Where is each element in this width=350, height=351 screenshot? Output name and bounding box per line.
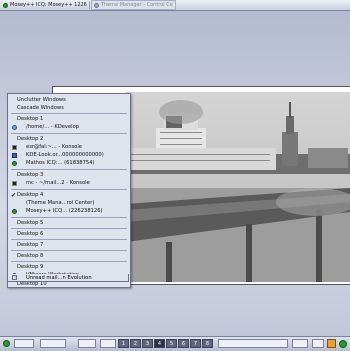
menu-separator [11,217,127,218]
taskbar-area[interactable] [218,339,288,348]
menu-separator [11,239,127,240]
menu-item-desktop-1[interactable]: Desktop 1 [8,115,130,123]
menu-item-mosey-icq[interactable]: Mosey++ ICQ... (226238126) [8,207,130,215]
menu-item-desktop-5[interactable]: Desktop 5 [8,219,130,227]
menu-item-desktop-6[interactable]: Desktop 6 [8,230,130,238]
notes-icon[interactable] [327,339,336,348]
menu-item-kde-look[interactable]: KDE-Look.or...000000000000) [8,151,130,159]
pager-desktop-8[interactable]: 8 [202,339,213,348]
theme-manager-icon [93,2,99,8]
menu-item-desktop-9[interactable]: Desktop 9 [8,263,130,271]
menu-item-cascade[interactable]: Cascade Windows [8,104,130,112]
menu-separator [11,228,127,229]
k-menu-icon[interactable] [3,340,10,347]
menu-item-konsole-mc[interactable]: mc - ~/mail...2 - Konsole [8,179,130,187]
icq-tray-icon[interactable] [339,340,347,348]
menu-separator [11,250,127,251]
pager-desktop-1[interactable]: 1 [118,339,129,348]
menu-separator [11,261,127,262]
menu-item-unclutter[interactable]: Unclutter Windows [8,96,130,104]
task-label: Mosey++ ICQ: Mosey++ 1226 [10,2,87,8]
menu-item-desktop-3[interactable]: Desktop 3 [8,171,130,179]
check-icon: ✔ [11,191,17,199]
pager-desktop-2[interactable]: 2 [130,339,141,348]
kdevelop-icon [12,124,17,130]
konsole-icon [12,180,17,186]
menu-item-mathos-icq[interactable]: Mathos ICQ:... (61838754) [8,159,130,167]
menu-item-desktop-7[interactable]: Desktop 7 [8,241,130,249]
menu-item-desktop-8[interactable]: Desktop 8 [8,252,130,260]
pager-desktop-3[interactable]: 3 [142,339,153,348]
menu-item-desktop-4[interactable]: ✔ Desktop 4 [8,191,130,199]
menu-item-evolution[interactable]: Unread mail...n Evolution [7,274,129,282]
panel-button[interactable] [78,339,96,348]
task-button-icq[interactable]: Mosey++ ICQ: Mosey++ 1226 [1,1,90,9]
panel-button[interactable] [40,339,66,348]
panel-button[interactable] [312,339,324,348]
menu-item-kdevelop[interactable]: /home/... - KDevelop [8,123,130,131]
bottom-panel: 1 2 3 4 5 6 7 8 [0,336,350,351]
task-label: Theme Manager - Control Ce [100,2,173,8]
window-list-menu: Unclutter Windows Cascade Windows Deskto… [7,93,131,288]
icq-icon [12,160,17,166]
top-taskbar: Mosey++ ICQ: Mosey++ 1226 Theme Manager … [0,0,350,11]
menu-separator [11,133,127,134]
menu-item-konsole-esr[interactable]: esr@fal:~... - Konsole [8,143,130,151]
kde-icon [12,152,17,158]
task-button-theme-manager[interactable]: Theme Manager - Control Ce [90,0,176,10]
pager-desktop-5[interactable]: 5 [166,339,177,348]
pager-desktop-4[interactable]: 4 [154,339,165,348]
menu-item-desktop-2[interactable]: Desktop 2 [8,135,130,143]
panel-button[interactable] [100,339,116,348]
photo-white-house-moscow [126,92,350,282]
menu-item-theme-manager[interactable]: (Theme Mana...rol Center) [8,199,130,207]
pager-desktop-6[interactable]: 6 [178,339,189,348]
pager-desktop-7[interactable]: 7 [190,339,201,348]
icq-icon [3,2,8,8]
menu-separator [11,113,127,114]
konsole-icon [12,144,17,150]
menu-separator [11,189,127,190]
menu-separator [11,169,127,170]
panel-button[interactable] [14,339,34,348]
mail-icon [12,275,17,280]
panel-button[interactable] [292,339,308,348]
icq-icon [12,208,17,214]
